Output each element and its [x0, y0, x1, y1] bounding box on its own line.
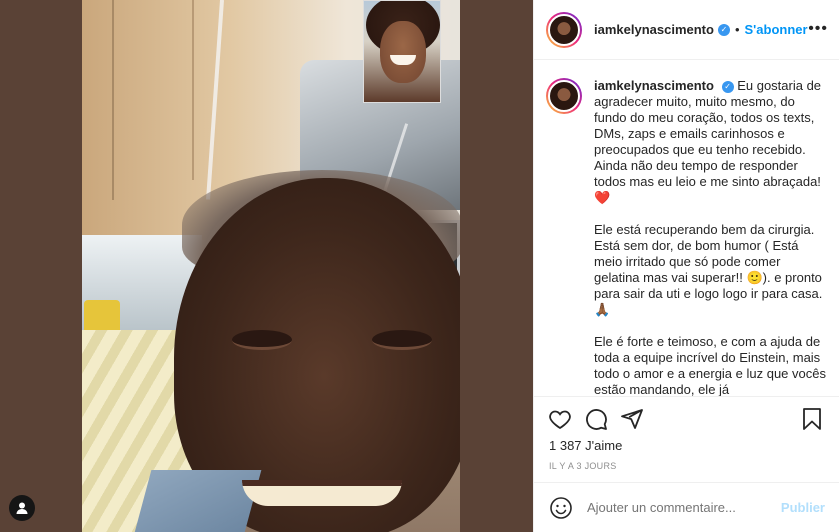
woman-face	[380, 21, 426, 83]
publish-button[interactable]: Publier	[781, 500, 825, 515]
post-panel: iamkelynascimento ✓ • S'abonner ••• iamk…	[533, 0, 839, 532]
verified-badge-icon: ✓	[721, 80, 734, 93]
caption-avatar[interactable]	[546, 78, 582, 114]
post-header: iamkelynascimento ✓ • S'abonner •••	[534, 0, 839, 60]
caption-username[interactable]: iamkelynascimento	[594, 78, 714, 93]
picture-in-picture-video	[363, 0, 441, 103]
comment-icon[interactable]	[584, 407, 608, 431]
comment-bar: Publier	[534, 482, 839, 532]
heart-icon[interactable]	[548, 407, 572, 431]
account-icon[interactable]	[9, 495, 35, 521]
caption-text: iamkelynascimento ✓ Eu gostaria de agrad…	[594, 78, 826, 396]
separator: •	[734, 22, 740, 37]
username-link[interactable]: iamkelynascimento	[594, 22, 714, 37]
caption-paragraph: Ele está recuperando bem da cirurgia. Es…	[594, 222, 823, 317]
post-timestamp[interactable]: IL Y A 3 JOURS	[549, 461, 617, 471]
verified-badge-icon: ✓	[717, 23, 730, 36]
bookmark-icon[interactable]	[800, 407, 824, 431]
emoji-icon[interactable]	[549, 496, 573, 520]
smile	[242, 480, 402, 506]
comment-input[interactable]	[587, 500, 781, 515]
caption-scroll[interactable]: iamkelynascimento ✓ Eu gostaria de agrad…	[534, 60, 839, 396]
post-media	[0, 0, 533, 532]
more-icon[interactable]: •••	[808, 20, 828, 38]
caption-paragraph: Ele é forte e teimoso, e com a ajuda de …	[594, 334, 826, 396]
follow-button[interactable]: S'abonner	[745, 22, 808, 37]
avatar[interactable]	[546, 11, 582, 48]
caption-paragraph: Eu gostaria de agradecer muito, muito me…	[594, 78, 822, 205]
action-bar	[534, 396, 839, 442]
share-icon[interactable]	[620, 407, 644, 431]
likes-count[interactable]: 1 387 J'aime	[549, 438, 622, 453]
